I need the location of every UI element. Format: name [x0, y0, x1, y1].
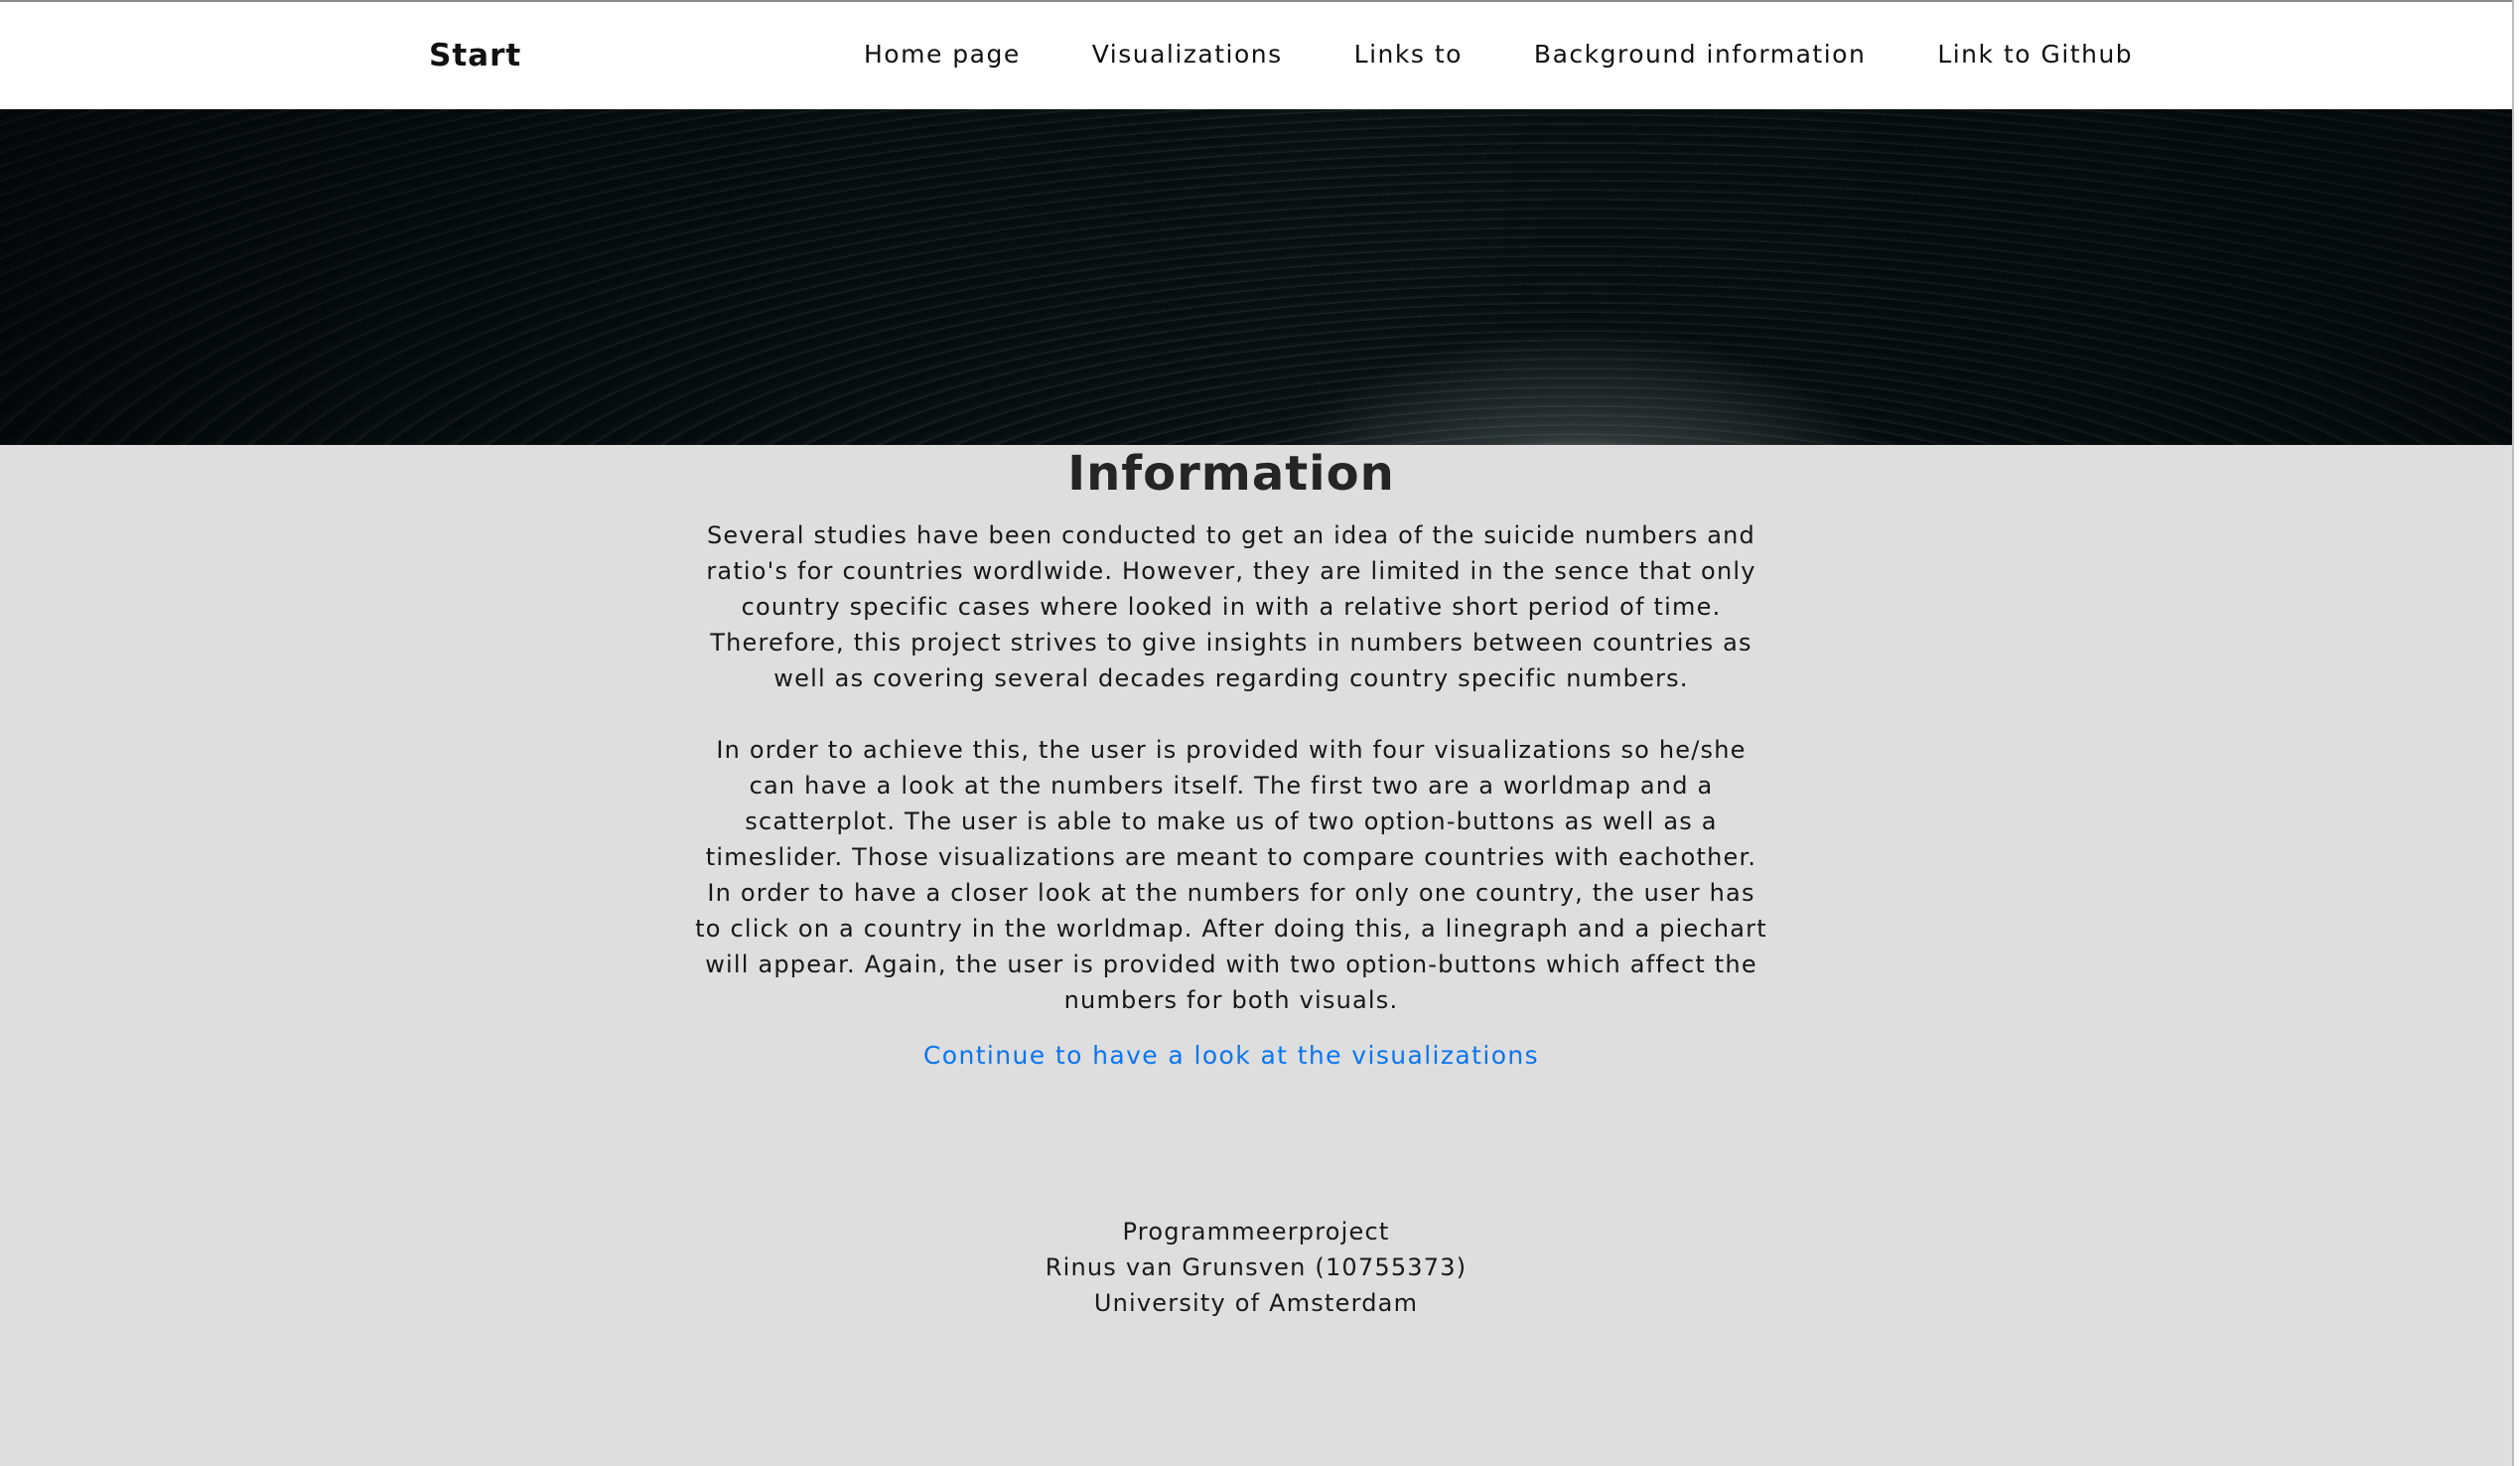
nav-github-link[interactable]: Link to Github	[1937, 40, 2133, 69]
hero-tunnel-image	[0, 109, 2512, 445]
footer: Programmeerproject Rinus van Grunsven (1…	[913, 1214, 1599, 1321]
page: Start Home page Visualizations Links to …	[0, 0, 2512, 1466]
primary-navigation: Home page Visualizations Links to Backgr…	[864, 40, 2133, 69]
intro-paragraph: Several studies have been conducted to g…	[706, 521, 1756, 693]
nav-background-information-link[interactable]: Background information	[1534, 40, 1866, 69]
window-right-edge	[2512, 0, 2520, 1466]
page-title: Information	[1067, 446, 1395, 502]
navbar: Start Home page Visualizations Links to …	[0, 2, 2512, 109]
continue-visualizations-link[interactable]: Continue to have a look at the visualiza…	[923, 1041, 1539, 1070]
nav-visualizations-link[interactable]: Visualizations	[1092, 40, 1283, 69]
brand-link[interactable]: Start	[429, 38, 521, 73]
footer-project-name: Programmeerproject	[1122, 1218, 1390, 1246]
visualizations-paragraph: In order to achieve this, the user is pr…	[695, 736, 1767, 1015]
information-section: Information Several studies have been co…	[635, 445, 1827, 1070]
footer-university: University of Amsterdam	[1093, 1289, 1419, 1317]
footer-author: Rinus van Grunsven (10755373)	[1045, 1253, 1468, 1281]
nav-home-page-link[interactable]: Home page	[864, 40, 1021, 69]
nav-links-to-link[interactable]: Links to	[1354, 40, 1463, 69]
